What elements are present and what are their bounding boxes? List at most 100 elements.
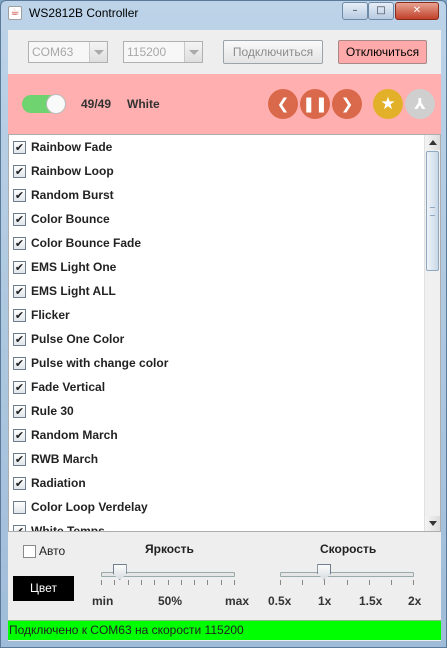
effect-checkbox[interactable] [13, 501, 26, 514]
effect-label: Random Burst [31, 188, 114, 202]
effect-item[interactable]: ✔ Pulse One Color [13, 328, 423, 350]
effect-item[interactable]: ✔ EMS Light ALL [13, 280, 423, 302]
scroll-up-icon[interactable] [425, 135, 440, 150]
fan-icon[interactable]: ⅄ [405, 89, 435, 119]
slider-tick [194, 580, 195, 585]
effect-item[interactable]: ✔ Rainbow Loop [13, 160, 423, 182]
effect-item[interactable]: ✔ Fade Vertical [13, 376, 423, 398]
effect-checkbox[interactable]: ✔ [13, 477, 26, 490]
power-toggle[interactable] [22, 94, 66, 114]
effect-item[interactable]: ✔ White Temps [13, 520, 423, 531]
slider-tick [181, 580, 182, 585]
slider-tick [302, 580, 303, 585]
prev-icon[interactable]: ❮ [268, 89, 298, 119]
current-mode-label: White [127, 97, 160, 111]
slider-tick [280, 580, 281, 585]
effect-label: Color Bounce [31, 212, 110, 226]
effect-checkbox[interactable]: ✔ [13, 525, 26, 531]
effect-label: Random March [31, 428, 118, 442]
effect-checkbox[interactable]: ✔ [13, 261, 26, 274]
auto-checkbox[interactable] [23, 545, 36, 558]
effect-label: Radiation [31, 476, 86, 490]
app-window: ☕ WS2812B Controller – □ ✕ COM63 115200 … [0, 0, 447, 648]
slider-tick [114, 580, 115, 585]
brightness-max-label: max [225, 594, 250, 608]
baud-select[interactable]: 115200 [123, 41, 203, 63]
effect-checkbox[interactable]: ✔ [13, 405, 26, 418]
effect-checkbox[interactable]: ✔ [13, 309, 26, 322]
chevron-down-icon[interactable] [89, 42, 107, 62]
effect-checkbox[interactable]: ✔ [13, 141, 26, 154]
effect-item[interactable]: ✔ Color Bounce [13, 208, 423, 230]
slider-tick [234, 580, 235, 585]
effect-label: EMS Light One [31, 260, 117, 274]
title-bar[interactable]: ☕ WS2812B Controller – □ ✕ [1, 1, 446, 27]
effect-item[interactable]: ✔ EMS Light One [13, 256, 423, 278]
star-icon[interactable]: ★ [373, 89, 403, 119]
maximize-button[interactable]: □ [368, 2, 394, 20]
brightness-ticks [101, 580, 235, 585]
speed-ticks [280, 580, 414, 585]
effect-label: RWB March [31, 452, 99, 466]
speed-slider-thumb[interactable] [317, 564, 332, 580]
effect-label: EMS Light ALL [31, 284, 116, 298]
effect-item[interactable]: ✔ Radiation [13, 472, 423, 494]
slider-tick [347, 580, 348, 585]
control-bar: 49/49 White ❮ ❚❚ ❯ ★ ⅄ [8, 74, 441, 134]
effect-checkbox[interactable]: ✔ [13, 333, 26, 346]
effect-item[interactable]: ✔ Rainbow Fade [13, 136, 423, 158]
slider-tick [207, 580, 208, 585]
disconnect-button[interactable]: Отключиться [338, 40, 427, 64]
slider-tick [391, 580, 392, 585]
effect-checkbox[interactable]: ✔ [13, 357, 26, 370]
effect-item[interactable]: ✔ Color Bounce Fade [13, 232, 423, 254]
effect-label: Pulse One Color [31, 332, 125, 346]
connect-button[interactable]: Подключиться [223, 40, 323, 64]
effect-item[interactable]: ✔ Rule 30 [13, 400, 423, 422]
status-bar: Подключено к COM63 на скорости 115200 [8, 620, 441, 640]
scroll-thumb[interactable] [426, 151, 439, 271]
effect-checkbox[interactable]: ✔ [13, 381, 26, 394]
effect-item[interactable]: ✔ Random Burst [13, 184, 423, 206]
effect-checkbox[interactable]: ✔ [13, 429, 26, 442]
next-icon[interactable]: ❯ [332, 89, 362, 119]
effect-checkbox[interactable]: ✔ [13, 285, 26, 298]
effect-checkbox[interactable]: ✔ [13, 213, 26, 226]
effect-item[interactable]: ✔ Flicker [13, 304, 423, 326]
slider-tick [128, 580, 129, 585]
speed-label-0: 0.5x [268, 594, 292, 608]
effect-item[interactable]: ✔ Pulse with change color [13, 352, 423, 374]
port-select[interactable]: COM63 [28, 41, 108, 63]
minimize-button[interactable]: – [342, 2, 368, 20]
effect-checkbox[interactable]: ✔ [13, 189, 26, 202]
pause-icon[interactable]: ❚❚ [300, 89, 330, 119]
brightness-slider-thumb[interactable] [112, 564, 127, 580]
effect-checkbox[interactable]: ✔ [13, 165, 26, 178]
slider-tick [221, 580, 222, 585]
effect-item[interactable]: Color Loop Verdelay [13, 496, 423, 518]
slider-tick [324, 580, 325, 585]
chevron-down-icon[interactable] [184, 42, 202, 62]
toggle-knob[interactable] [46, 94, 66, 114]
effect-item[interactable]: ✔ RWB March [13, 448, 423, 470]
scroll-down-icon[interactable] [425, 516, 440, 531]
vertical-scrollbar[interactable] [424, 135, 440, 531]
effect-checkbox[interactable]: ✔ [13, 237, 26, 250]
effects-list[interactable]: ✔ Rainbow Fade ✔ Rainbow Loop ✔ Random Burst ✔… [8, 134, 441, 532]
speed-label-2: 1.5x [359, 594, 383, 608]
port-select-value: COM63 [32, 45, 74, 59]
brightness-title: Яркость [145, 542, 194, 556]
speed-label-1: 1x [318, 594, 332, 608]
slider-tick [369, 580, 370, 585]
auto-label: Авто [39, 544, 66, 558]
speed-label-3: 2x [408, 594, 422, 608]
effect-label: Rule 30 [31, 404, 74, 418]
client-area: COM63 115200 Подключиться Отключиться 49… [8, 30, 441, 641]
effect-checkbox[interactable]: ✔ [13, 453, 26, 466]
close-button[interactable]: ✕ [395, 2, 439, 20]
speed-track[interactable] [280, 572, 414, 577]
color-button[interactable]: Цвет [13, 576, 74, 601]
baud-select-value: 115200 [127, 45, 167, 59]
slider-tick [168, 580, 169, 585]
effect-item[interactable]: ✔ Random March [13, 424, 423, 446]
